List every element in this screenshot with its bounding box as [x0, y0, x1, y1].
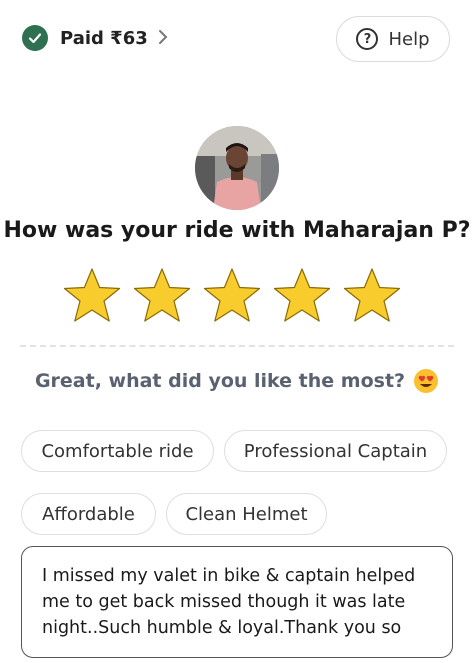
heart-eyes-emoji-icon: [414, 369, 439, 393]
chip-comfortable-ride[interactable]: Comfortable ride: [21, 430, 214, 472]
star-icon-4[interactable]: [272, 266, 332, 326]
check-icon: [22, 25, 48, 51]
payment-status[interactable]: Paid ₹63: [22, 24, 168, 52]
question-icon: ?: [356, 28, 379, 50]
help-label: Help: [388, 28, 430, 50]
avatar: [195, 126, 279, 210]
divider: [20, 345, 454, 347]
chip-affordable[interactable]: Affordable: [21, 493, 156, 535]
star-icon-1[interactable]: [62, 266, 122, 326]
star-icon-5[interactable]: [342, 266, 402, 326]
chip-clean-helmet[interactable]: Clean Helmet: [166, 493, 327, 535]
star-icon-3[interactable]: [202, 266, 262, 326]
star-rating[interactable]: [62, 266, 402, 328]
chevron-right-icon: [158, 28, 168, 48]
comment-textarea[interactable]: I missed my valet in bike & captain help…: [21, 546, 453, 658]
chip-professional-captain[interactable]: Professional Captain: [224, 430, 447, 472]
payment-status-label: Paid ₹63: [60, 27, 148, 49]
help-button[interactable]: ? Help: [336, 16, 450, 62]
star-icon-2[interactable]: [132, 266, 192, 326]
rating-question: How was your ride with Maharajan P?: [3, 218, 471, 243]
feedback-prompt-text: Great, what did you like the most?: [34, 370, 406, 392]
feedback-prompt: Great, what did you like the most?: [0, 368, 474, 394]
top-bar: Paid ₹63 ? Help: [0, 0, 474, 80]
